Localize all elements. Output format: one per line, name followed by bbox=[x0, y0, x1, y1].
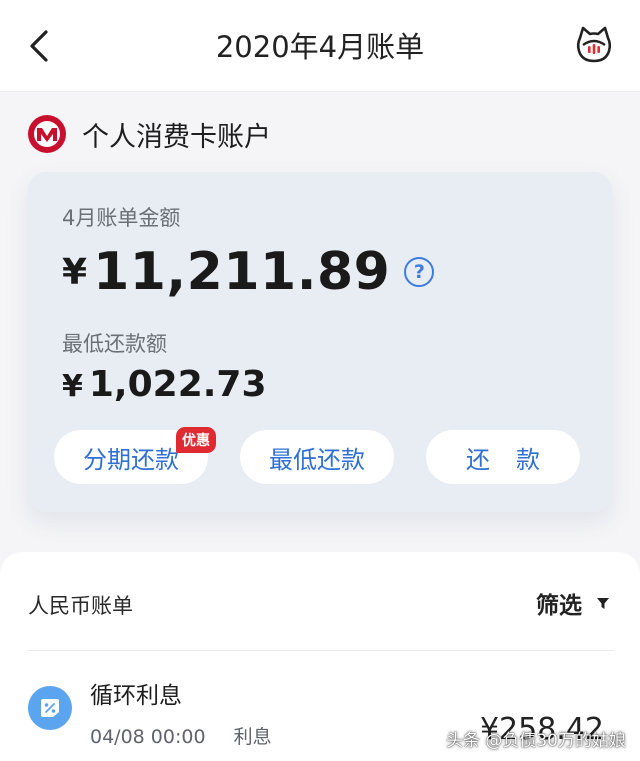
bill-summary-card: 4月账单金额 ¥ 11,211.89 ? 最低还款额 ¥ 1,022.73 分期… bbox=[28, 172, 612, 512]
transaction-meta: 04/08 00:00 利息 bbox=[90, 722, 272, 749]
list-title: 人民币账单 bbox=[28, 594, 133, 618]
divider bbox=[28, 650, 614, 651]
watermark: 头条 @负债30万的姑娘 bbox=[445, 731, 626, 751]
bill-amount-label: 4月账单金额 bbox=[62, 206, 181, 230]
min-payment-label: 最低还款额 bbox=[62, 332, 167, 356]
bill-amount: ¥ 11,211.89 ? bbox=[62, 242, 435, 302]
cat-mascot-icon[interactable] bbox=[574, 24, 614, 66]
repay-button[interactable]: 还款 bbox=[426, 430, 580, 484]
promo-badge: 优惠 bbox=[176, 427, 216, 453]
currency-symbol: ¥ bbox=[62, 251, 88, 293]
help-icon[interactable]: ? bbox=[404, 257, 435, 287]
account-header: 个人消费卡账户 bbox=[28, 114, 608, 154]
bill-amount-value: 11,211.89 bbox=[93, 242, 391, 302]
min-payment-amount: ¥ 1,022.73 bbox=[62, 364, 267, 405]
min-payment-button[interactable]: 最低还款 bbox=[240, 430, 394, 484]
page-title: 2020年4月账单 bbox=[215, 30, 425, 64]
filter-button[interactable]: 筛选 bbox=[536, 586, 610, 620]
triangle-down-icon bbox=[597, 598, 609, 609]
percent-tag-icon bbox=[28, 686, 72, 730]
transaction-title: 循环利息 bbox=[90, 683, 182, 709]
filter-label: 筛选 bbox=[536, 593, 582, 619]
nav-bar: 2020年4月账单 bbox=[0, 0, 640, 92]
account-name: 个人消费卡账户 bbox=[82, 121, 271, 153]
transaction-category: 利息 bbox=[233, 726, 272, 748]
min-payment-value: 1,022.73 bbox=[88, 364, 267, 405]
currency-symbol: ¥ bbox=[62, 369, 83, 404]
bank-logo-icon bbox=[28, 115, 66, 153]
transaction-date: 04/08 00:00 bbox=[90, 726, 206, 748]
